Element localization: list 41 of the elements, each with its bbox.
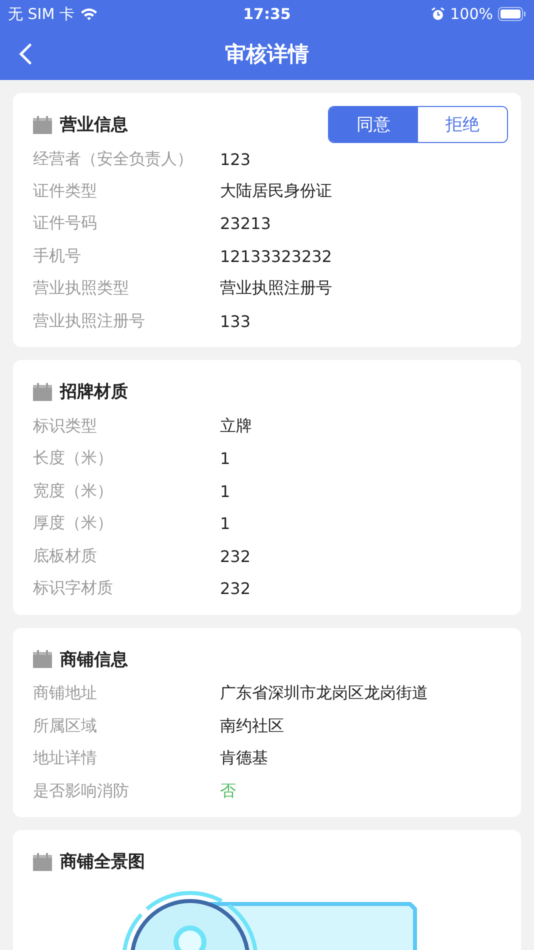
field-value: 1	[220, 482, 230, 501]
field-label: 长度（米）	[33, 448, 114, 470]
field-value: 大陆居民身份证	[220, 181, 332, 202]
field-label: 手机号	[33, 246, 82, 267]
section-title: 商铺全景图	[60, 851, 146, 874]
field-label: 商铺地址	[33, 683, 98, 704]
field-value: 广东省深圳市龙岗区龙岗街道	[220, 683, 428, 704]
section-title: 招牌材质	[60, 381, 129, 404]
page-title: 审核详情	[225, 41, 309, 68]
field-value: 肯德基	[220, 748, 268, 770]
field-label: 厚度（米）	[33, 513, 114, 534]
field-value: 232	[220, 546, 251, 566]
approve-button[interactable]: 同意	[329, 107, 418, 142]
field-label: 证件类型	[33, 181, 98, 202]
field-label: 经营者（安全负责人）	[33, 148, 194, 170]
carrier: 无 SIM 卡	[8, 4, 74, 24]
field-label: 宽度（米）	[33, 480, 114, 502]
battery-level: 100%	[450, 5, 493, 23]
field-label: 地址详情	[33, 748, 98, 770]
field-label: 证件号码	[33, 213, 98, 234]
field-label: 营业执照注册号	[33, 310, 146, 332]
section-title: 商铺信息	[60, 648, 129, 671]
field-label: 标识类型	[33, 416, 98, 438]
field-value: 南约社区	[220, 716, 284, 737]
field-value: 否	[220, 780, 236, 802]
field-value: 1	[220, 514, 230, 534]
field-value: 232	[220, 578, 251, 598]
field-label: 营业执照类型	[33, 278, 130, 300]
field-value: 23213	[220, 214, 271, 234]
clock: 17:35	[243, 5, 291, 23]
field-label: 底板材质	[33, 546, 98, 567]
field-value: 123	[220, 150, 251, 169]
field-label: 是否影响消防	[33, 780, 130, 802]
field-label: 标识字材质	[33, 578, 114, 599]
field-value: 12133323232	[220, 246, 332, 266]
section-title: 营业信息	[60, 114, 129, 136]
field-value: 133	[220, 312, 251, 331]
field-label: 所属区域	[33, 716, 98, 737]
field-value: 立牌	[220, 416, 252, 438]
field-value: 1	[220, 449, 230, 468]
field-value: 营业执照注册号	[220, 278, 332, 300]
